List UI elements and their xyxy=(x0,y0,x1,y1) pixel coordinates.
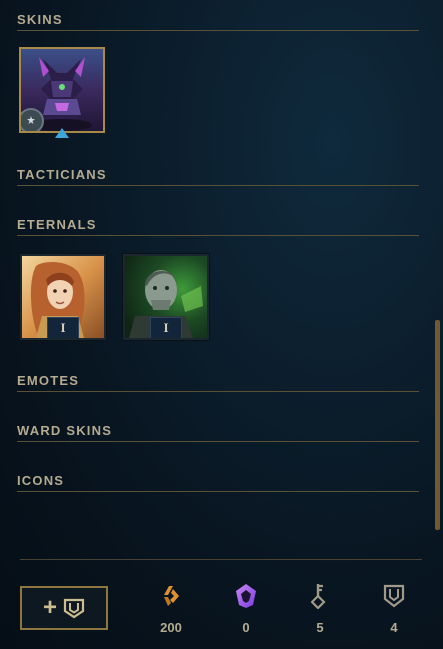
tier-badge: I xyxy=(47,317,79,338)
gear-emblem-icon xyxy=(21,108,44,131)
section-icons: ICONS xyxy=(17,469,419,492)
blue-triangle-icon xyxy=(55,128,69,138)
eternal-card[interactable]: I xyxy=(19,253,107,341)
section-label: SKINS xyxy=(17,12,63,27)
plus-shield-icon xyxy=(63,597,85,619)
currency-orange-essence: 200 xyxy=(146,582,196,635)
section-ward-skins: WARD SKINS xyxy=(17,419,419,442)
section-label: TACTICIANS xyxy=(17,167,107,182)
section-label: WARD SKINS xyxy=(17,423,113,438)
currency-key: 5 xyxy=(295,582,345,635)
add-shield-button[interactable]: + xyxy=(20,586,108,630)
key-icon xyxy=(295,582,345,610)
section-emotes: EMOTES xyxy=(17,369,419,392)
currency-chest: 4 xyxy=(369,582,419,635)
section-eternals: ETERNALS xyxy=(17,213,419,236)
orange-essence-icon xyxy=(146,582,196,610)
section-label: ICONS xyxy=(17,473,65,488)
currency-mythic-essence: 0 xyxy=(221,582,271,635)
section-tacticians: TACTICIANS xyxy=(17,163,419,186)
currency-value: 5 xyxy=(316,620,324,635)
section-skins: SKINS xyxy=(17,8,419,31)
currency-value: 0 xyxy=(242,620,250,635)
section-label: EMOTES xyxy=(17,373,80,388)
mythic-essence-icon xyxy=(221,582,271,610)
shield-chest-icon xyxy=(369,582,419,610)
plus-icon: + xyxy=(42,594,57,621)
currency-value: 200 xyxy=(160,620,182,635)
tier-badge: I xyxy=(150,317,182,338)
currency-value: 4 xyxy=(390,620,398,635)
scrollbar-thumb[interactable] xyxy=(435,320,440,530)
section-label: ETERNALS xyxy=(17,217,97,232)
skin-card[interactable] xyxy=(19,47,105,133)
eternal-card[interactable]: I xyxy=(122,253,210,341)
footer-divider xyxy=(20,559,422,560)
